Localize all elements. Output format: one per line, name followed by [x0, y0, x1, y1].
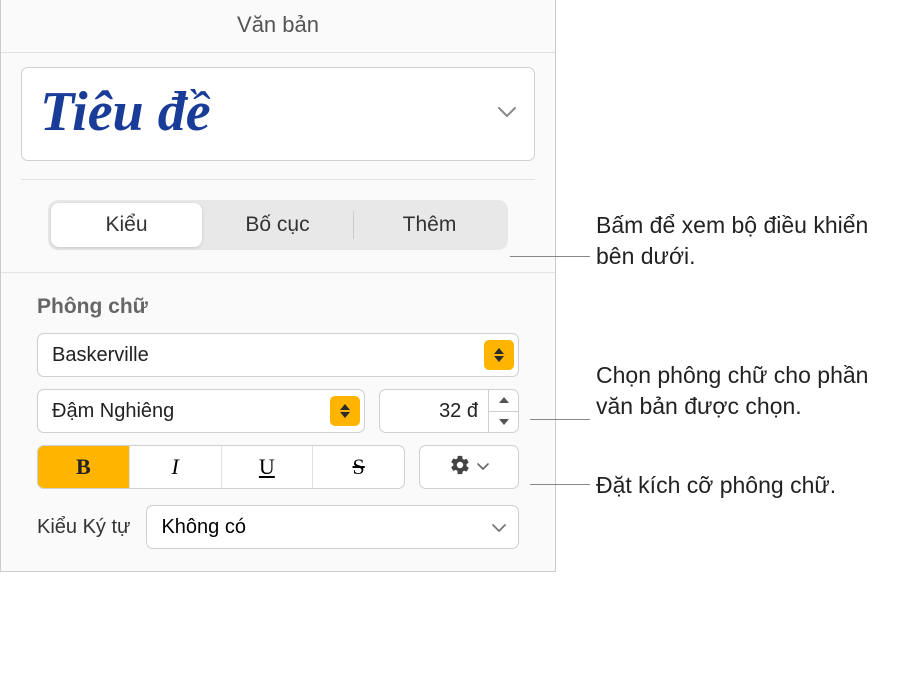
callout-leader: [530, 484, 590, 485]
font-style-value: Đậm Nghiêng: [52, 400, 330, 423]
divider: [21, 179, 535, 180]
panel-title: Văn bản: [1, 0, 555, 53]
strikethrough-button[interactable]: S: [313, 446, 404, 488]
chevron-down-icon: [477, 458, 489, 476]
font-section-label: Phông chữ: [37, 295, 519, 319]
paragraph-style-name: Tiêu đề: [40, 84, 211, 140]
format-panel: Văn bản Tiêu đề Kiểu Bố cục Thêm Phông c…: [0, 0, 556, 572]
divider: [1, 272, 555, 273]
italic-button[interactable]: I: [130, 446, 222, 488]
text-tabs: Kiểu Bố cục Thêm: [48, 200, 508, 250]
callout-leader: [510, 256, 590, 257]
tab-layout[interactable]: Bố cục: [202, 203, 353, 247]
chevron-down-icon: [492, 516, 506, 539]
tab-more[interactable]: Thêm: [354, 203, 505, 247]
callout-leader: [530, 419, 590, 420]
tab-style[interactable]: Kiểu: [51, 203, 202, 247]
font-size-step-down[interactable]: [489, 412, 518, 433]
font-family-value: Baskerville: [52, 344, 484, 367]
callout-font-family: Chọn phông chữ cho phần văn bản được chọ…: [596, 360, 896, 422]
character-style-select[interactable]: Không có: [146, 505, 519, 549]
underline-button[interactable]: U: [222, 446, 314, 488]
character-style-value: Không có: [161, 516, 492, 539]
gear-icon: [449, 454, 471, 481]
font-size-stepper: [488, 390, 518, 432]
callout-font-size: Đặt kích cỡ phông chữ.: [596, 470, 906, 501]
font-format-group: B I U S: [37, 445, 405, 489]
font-size-step-up[interactable]: [489, 390, 518, 412]
advanced-options-button[interactable]: [419, 445, 519, 489]
updown-icon: [484, 340, 514, 370]
font-size-field[interactable]: 32 đ: [379, 389, 519, 433]
bold-button[interactable]: B: [38, 446, 130, 488]
callout-tabs: Bấm để xem bộ điều khiển bên dưới.: [596, 210, 896, 272]
font-family-select[interactable]: Baskerville: [37, 333, 519, 377]
paragraph-style-select[interactable]: Tiêu đề: [21, 67, 535, 161]
font-size-value: 32 đ: [380, 390, 488, 432]
updown-icon: [330, 396, 360, 426]
font-style-select[interactable]: Đậm Nghiêng: [37, 389, 365, 433]
chevron-down-icon: [498, 107, 516, 117]
font-section: Phông chữ Baskerville Đậm Nghiêng 32 đ: [1, 295, 555, 571]
character-style-label: Kiểu Ký tự: [37, 516, 130, 539]
